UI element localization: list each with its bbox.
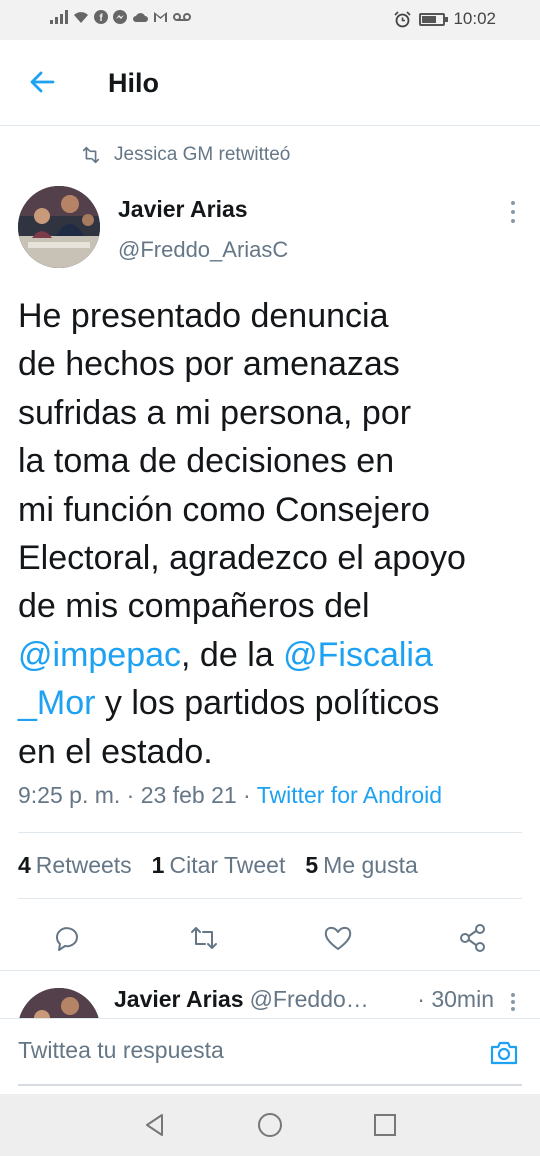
tweet-text-segment: y los partidos políticos [95, 684, 440, 723]
tweet-time: 9:25 p. m. [18, 782, 121, 808]
quotes-label: Citar Tweet [169, 852, 286, 878]
tweet-line: de mis compañeros del [18, 582, 518, 630]
status-icons-right: 10:02 [394, 9, 496, 29]
compose-underline [18, 1084, 522, 1086]
likes-count: 5 [305, 852, 319, 878]
battery-icon [419, 12, 449, 26]
quotes-count: 1 [151, 852, 165, 878]
like-icon [324, 926, 352, 950]
author-name[interactable]: Javier Arias [118, 196, 248, 223]
avatar-photo [18, 186, 100, 268]
likes-stat[interactable]: 5 Me gusta [305, 852, 417, 879]
thread-divider [0, 970, 540, 971]
retweet-small-icon [82, 146, 100, 164]
tweet-line: sufridas a mi persona, por [18, 389, 518, 437]
tweet-text-segment: de mis compañeros del [18, 587, 370, 626]
tweet-text-segment: de hechos por amenazas [18, 345, 400, 384]
reply-button[interactable] [51, 922, 83, 954]
reply-more-options-icon[interactable] [510, 992, 516, 1012]
app-header: Hilo [0, 40, 540, 126]
tweet-line: de hechos por amenazas [18, 340, 518, 388]
voicemail-icon [173, 13, 191, 21]
tweet-text-segment: la toma de decisiones en [18, 442, 395, 481]
tweet-line: la toma de decisiones en [18, 437, 518, 485]
retweet-button[interactable] [188, 922, 220, 954]
page-title: Hilo [108, 68, 159, 98]
retweets-stat[interactable]: 4 Retweets [18, 852, 132, 879]
camera-icon[interactable] [488, 1037, 520, 1069]
back-arrow-icon[interactable] [28, 68, 56, 96]
cloud-icon [133, 13, 148, 22]
meta-separator: · [120, 782, 141, 808]
nav-recents-icon[interactable] [372, 1112, 398, 1138]
tweet-source-link[interactable]: Twitter for Android [257, 782, 442, 808]
meta-separator: · [236, 782, 257, 808]
author-avatar[interactable] [18, 186, 100, 268]
mention-fiscalia-link-cont[interactable]: _Mor [18, 684, 95, 722]
retweet-icon [191, 927, 217, 949]
mention-fiscalia-link[interactable]: @Fiscalia [283, 636, 433, 674]
compose-bar [0, 1018, 540, 1094]
divider [18, 898, 522, 899]
likes-label: Me gusta [323, 852, 418, 878]
divider [18, 832, 522, 833]
reply-icon [56, 927, 78, 951]
facebook-icon: f [94, 10, 108, 24]
tweet-date: 23 feb 21 [140, 782, 237, 808]
status-bar: f 10:02 [0, 0, 540, 40]
tweet-line: mi función como Consejero [18, 486, 518, 534]
system-nav-bar [0, 1094, 540, 1156]
gmail-icon [154, 12, 167, 22]
share-button[interactable] [457, 922, 489, 954]
status-icons-left: f [50, 10, 191, 24]
signal-icon [50, 10, 68, 24]
author-handle[interactable]: @Freddo_AriasC [118, 237, 288, 263]
tweet-text-segment: He presentado denuncia [18, 297, 389, 335]
clock: 10:02 [453, 9, 496, 28]
tweet-text-segment: en el estado. [18, 732, 213, 771]
retweet-context-label: Jessica GM retwitteó [114, 144, 291, 165]
reply-author-name[interactable]: Javier Arias [114, 986, 244, 1013]
share-icon [460, 924, 485, 952]
tweet-text-segment: Electoral, agradezco el apoyo [18, 539, 466, 578]
tweet-line: _Mor y los partidos políticos [18, 679, 518, 727]
tweet-stats: 4 Retweets 1 Citar Tweet 5 Me gusta [18, 852, 418, 879]
tweet-actions [0, 910, 540, 966]
retweets-label: Retweets [35, 852, 132, 878]
messenger-icon [113, 10, 127, 24]
like-button[interactable] [322, 922, 354, 954]
tweet-text-segment: sufridas a mi persona, por [18, 393, 412, 432]
tweet-line: @impepac, de la @Fiscalia [18, 631, 518, 679]
wifi-icon [74, 12, 88, 23]
retweet-context[interactable]: Jessica GM retwitteó [80, 144, 290, 166]
tweet-text-segment: , de la [181, 635, 284, 674]
mention-impepac-link[interactable]: @impepac [18, 636, 181, 674]
quotes-stat[interactable]: 1 Citar Tweet [152, 852, 286, 879]
tweet-line: He presentado denuncia [18, 292, 518, 340]
retweets-count: 4 [18, 852, 31, 878]
reply-input[interactable] [18, 1037, 448, 1064]
reply-header[interactable]: Javier Arias @Freddo… · 30min [114, 986, 494, 1013]
tweet-meta: 9:25 p. m. · 23 feb 21 · Twitter for And… [18, 782, 442, 809]
reply-avatar[interactable] [18, 988, 100, 1018]
more-options-icon[interactable] [510, 200, 516, 224]
alarm-icon [394, 10, 412, 27]
reply-time: · 30min [411, 986, 494, 1013]
nav-back-icon[interactable] [142, 1112, 168, 1138]
reply-avatar-photo [18, 988, 100, 1018]
tweet-text-segment: mi función como Consejero [18, 490, 430, 529]
tweet-line: en el estado. [18, 728, 518, 776]
tweet-text: He presentado denuncia de hechos por ame… [18, 292, 518, 776]
tweet-line: Electoral, agradezco el apoyo [18, 534, 518, 582]
reply-author-handle[interactable]: @Freddo… [250, 986, 369, 1013]
nav-home-icon[interactable] [257, 1112, 283, 1138]
